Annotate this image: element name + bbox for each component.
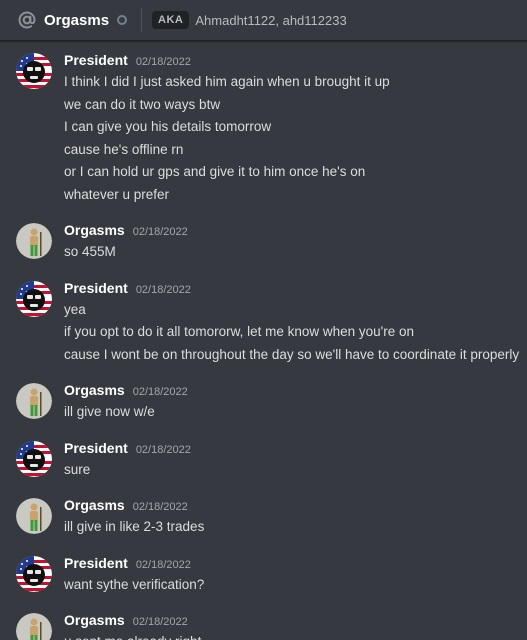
president-avatar[interactable]	[16, 555, 52, 592]
president-avatar[interactable]	[16, 53, 52, 89]
message-header: Orgasms 02/18/2022	[64, 609, 515, 631]
message-group: Orgasms 02/18/2022 ill give in like 2-3 tr…	[0, 492, 527, 539]
channel-header: Orgasms AKA Ahmadht1122, ahd112233	[0, 0, 527, 41]
message-header: President 02/18/2022	[64, 552, 515, 574]
message-text: want sythe verification?	[64, 576, 205, 592]
president-avatar[interactable]	[16, 280, 52, 317]
message-header: Orgasms 02/18/2022	[64, 379, 515, 401]
message-group: Orgasms 02/18/2022 so 455M	[0, 217, 527, 264]
message-author[interactable]: Orgasms	[64, 222, 125, 238]
message-group: President 02/18/2022 want sythe verificati…	[0, 550, 527, 597]
aka-names: Ahmadht1122, ahd112233	[195, 12, 347, 28]
header-divider	[141, 8, 143, 32]
message-author[interactable]: President	[64, 555, 128, 571]
message-header: President 02/18/2022	[64, 49, 515, 71]
message-text: I can give you his details tomorrow	[64, 119, 272, 134]
message-text: if you opt to do it all tomororw, let me…	[64, 324, 415, 339]
message-timestamp: 02/18/2022	[135, 283, 191, 296]
message-author[interactable]: President	[64, 52, 128, 68]
offline-status-icon	[117, 15, 128, 25]
message-timestamp: 02/18/2022	[135, 443, 191, 456]
orgasms-avatar[interactable]	[16, 383, 52, 419]
message-timestamp: 02/18/2022	[132, 616, 188, 628]
message-text: cause he's offline rn	[64, 141, 184, 157]
dm-recipient-name[interactable]: Orgasms	[44, 12, 109, 29]
message-timestamp: 02/18/2022	[132, 226, 188, 238]
orgasms-avatar[interactable]	[16, 223, 52, 259]
message-group: President 02/18/2022 yea if you opt to do i…	[0, 275, 527, 367]
message-timestamp: 02/18/2022	[132, 386, 188, 398]
message-header: President 02/18/2022	[64, 437, 515, 459]
message-timestamp: 02/18/2022	[135, 56, 191, 68]
message-author[interactable]: President	[64, 280, 128, 296]
orgasms-avatar[interactable]	[16, 498, 52, 534]
message-group: President 02/18/2022 I think I did I just …	[0, 47, 527, 206]
aka-badge: AKA	[152, 11, 190, 29]
message-header: Orgasms 02/18/2022	[64, 219, 515, 241]
message-text: ill give in like 2-3 trades	[64, 519, 205, 534]
message-group: Orgasms 02/18/2022 ill give now w/e	[0, 377, 527, 424]
message-text: cause I wont be on throughout the day so…	[64, 346, 520, 362]
message-text: sure	[64, 461, 91, 477]
message-header: President 02/18/2022	[64, 277, 515, 299]
message-author[interactable]: Orgasms	[64, 497, 125, 513]
message-list: President 02/18/2022 I think I did I just …	[0, 41, 527, 640]
message-author[interactable]: Orgasms	[64, 612, 125, 628]
message-text: ill give now w/e	[64, 404, 155, 419]
message-header: Orgasms 02/18/2022	[64, 494, 515, 516]
message-text: so 455M	[64, 244, 116, 259]
message-group: Orgasms 02/18/2022 u sent me already right	[0, 607, 527, 640]
message-text: we can do it two ways btw	[64, 96, 221, 112]
at-sign-icon	[16, 9, 38, 31]
message-text: yea	[64, 301, 86, 317]
message-group: President 02/18/2022 sure	[0, 435, 527, 482]
president-avatar[interactable]	[16, 440, 52, 477]
message-author[interactable]: President	[64, 440, 128, 456]
message-text: or I can hold ur gps and give it to him …	[64, 164, 366, 179]
message-timestamp: 02/18/2022	[135, 558, 191, 571]
message-text: whatever u prefer	[64, 186, 170, 202]
message-text: I think I did I just asked him again whe…	[64, 74, 390, 89]
message-author[interactable]: Orgasms	[64, 382, 125, 398]
message-timestamp: 02/18/2022	[132, 501, 188, 513]
orgasms-avatar[interactable]	[16, 613, 52, 640]
message-text: u sent me already right	[64, 631, 515, 640]
